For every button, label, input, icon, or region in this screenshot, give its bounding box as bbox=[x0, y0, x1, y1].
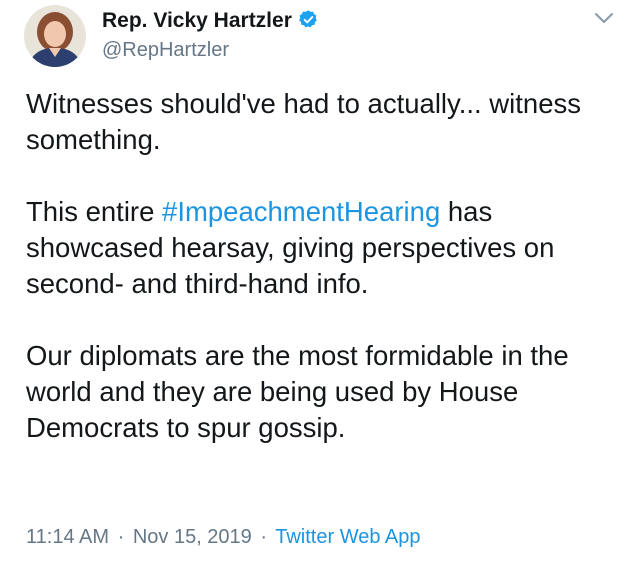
display-name-row[interactable]: Rep. Vicky Hartzler bbox=[102, 8, 319, 34]
separator-dot: · bbox=[117, 526, 125, 548]
user-handle[interactable]: @RepHartzler bbox=[102, 38, 229, 62]
tweet-paragraph-3: Our diplomats are the most formidable in… bbox=[26, 340, 569, 443]
hashtag-link[interactable]: #ImpeachmentHearing bbox=[162, 196, 440, 227]
tweet-metadata: 11:14 AM · Nov 15, 2019 · Twitter Web Ap… bbox=[26, 524, 421, 550]
separator-dot: · bbox=[260, 526, 268, 548]
avatar[interactable] bbox=[24, 5, 86, 67]
tweet-text-segment: This entire bbox=[26, 196, 163, 227]
tweet-text: Witnesses should've had to actually... w… bbox=[26, 86, 626, 446]
chevron-down-icon[interactable] bbox=[593, 10, 615, 26]
verified-badge-icon bbox=[299, 10, 317, 28]
tweet-source-link[interactable]: Twitter Web App bbox=[275, 526, 420, 548]
avatar-image bbox=[24, 5, 86, 67]
display-name[interactable]: Rep. Vicky Hartzler bbox=[102, 9, 292, 32]
tweet-paragraph-1: Witnesses should've had to actually... w… bbox=[26, 88, 582, 155]
tweet-paragraph-2: This entire #ImpeachmentHearing has show… bbox=[26, 194, 626, 302]
tweet-time[interactable]: 11:14 AM bbox=[26, 526, 109, 548]
tweet-date[interactable]: Nov 15, 2019 bbox=[133, 526, 252, 548]
